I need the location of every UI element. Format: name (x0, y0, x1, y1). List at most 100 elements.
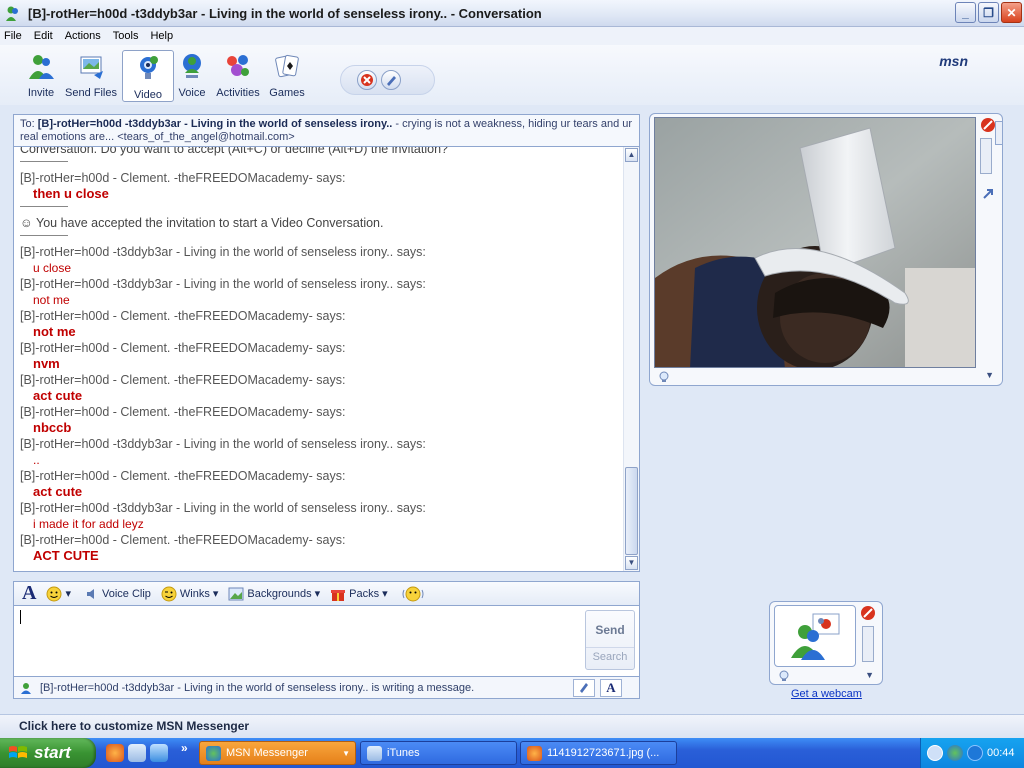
packs-button[interactable]: Packs ▾ (330, 586, 388, 602)
toolbar: Invite Send Files Video Voice Activities (0, 45, 1024, 105)
invite-icon (29, 55, 54, 79)
activities-label: Activities (216, 87, 260, 99)
contact-icon (21, 682, 31, 694)
minimize-button[interactable]: _ (955, 2, 976, 23)
my-display-picture[interactable] (774, 605, 856, 667)
sender-line: [B]-rotHer=h00d -t3ddyb3ar - Living in t… (20, 437, 426, 451)
format-bar: A ▾ Voice Clip Winks ▾ Backgrounds ▾ Pac… (13, 581, 640, 605)
sender-line: [B]-rotHer=h00d - Clement. -theFREEDOMac… (20, 405, 346, 419)
scroll-up-button[interactable]: ▲ (625, 148, 638, 162)
sender-line: [B]-rotHer=h00d -t3ddyb3ar - Living in t… (20, 245, 426, 259)
games-label: Games (269, 87, 305, 99)
conversation-history[interactable]: Conversation. Do you want to accept (Alt… (13, 146, 640, 572)
pen-icon (580, 683, 588, 693)
sender-line: [B]-rotHer=h00d - Clement. -theFREEDOMac… (20, 533, 346, 547)
quick-launch (106, 744, 168, 762)
message-text: u close (33, 261, 72, 275)
popout-icon[interactable] (980, 186, 996, 202)
start-button[interactable]: start (0, 738, 96, 768)
customize-bar[interactable]: Click here to customize MSN Messenger (0, 714, 1024, 738)
scroll-thumb[interactable] (625, 467, 638, 555)
divider (20, 206, 68, 207)
system-message: ☺ You have accepted the invitation to st… (20, 215, 621, 231)
chevron-down-icon: ▾ (314, 588, 321, 600)
restore-button[interactable]: ❐ (978, 2, 999, 23)
get-webcam-link[interactable]: Get a webcam (791, 688, 862, 700)
text-caret (20, 610, 21, 624)
firefox-taskbar-icon (527, 745, 542, 761)
games-icon (275, 54, 299, 78)
menu-file[interactable]: File (4, 30, 22, 42)
message-text: i made it for add leyz (33, 517, 144, 531)
voice-icon (183, 54, 201, 78)
voice-clip-button[interactable]: Voice Clip (85, 587, 151, 601)
message-text: not me (33, 324, 76, 339)
block-webcam-icon[interactable] (860, 605, 876, 621)
handwriting-tab[interactable] (573, 679, 595, 697)
taskbar-msn-messenger[interactable]: MSN Messenger ▼ (199, 741, 356, 765)
message-text: not me (33, 293, 70, 307)
edit-button[interactable] (381, 70, 401, 90)
voice-clip-label: Voice Clip (101, 587, 151, 600)
video-icon (140, 56, 158, 79)
volume-slider[interactable] (980, 138, 992, 174)
winks-button[interactable]: Winks ▾ (161, 586, 218, 602)
backgrounds-button[interactable]: Backgrounds ▾ (228, 587, 320, 601)
games-button[interactable]: Games (261, 49, 313, 99)
msn-logo: msn (939, 53, 968, 69)
activities-icon (227, 55, 249, 76)
search-button[interactable]: Search (586, 647, 634, 663)
webcam-picture (655, 118, 975, 367)
my-webcam-status-icon (779, 670, 789, 681)
message-input[interactable]: Send Search (13, 605, 640, 677)
invite-label: Invite (27, 87, 55, 99)
nudge-icon (402, 586, 424, 601)
itunes-icon[interactable] (128, 744, 146, 762)
block-icon (361, 74, 373, 86)
tray-expand-icon[interactable] (927, 745, 943, 761)
quick-launch-overflow-icon[interactable]: » (181, 741, 188, 755)
menu-edit[interactable]: Edit (34, 30, 53, 42)
contact-email: <tears_of_the_angel@hotmail.com> (117, 131, 295, 143)
my-volume-slider[interactable] (862, 626, 874, 662)
voice-button[interactable]: Voice (166, 49, 218, 99)
typing-status-bar: [B]-rotHer=h00d -t3ddyb3ar - Living in t… (13, 677, 640, 699)
text-tab[interactable]: A (600, 679, 622, 697)
sender-line: [B]-rotHer=h00d -t3ddyb3ar - Living in t… (20, 501, 426, 515)
internet-explorer-icon[interactable] (150, 744, 168, 762)
my-display-menu-chevron-icon[interactable]: ▼ (865, 670, 874, 680)
close-button[interactable]: ✕ (1001, 2, 1022, 23)
nudge-button[interactable] (402, 586, 424, 602)
history-scrollbar[interactable]: ▲ ▼ (623, 147, 639, 571)
to-prefix: To: (20, 118, 35, 130)
background-icon (228, 587, 244, 600)
send-button[interactable]: Send (586, 623, 634, 637)
invite-button[interactable]: Invite (15, 49, 67, 99)
emoticon-button[interactable]: ▾ (46, 586, 71, 602)
sender-line: [B]-rotHer=h00d - Clement. -theFREEDOMac… (20, 341, 346, 355)
divider (20, 235, 68, 236)
block-button[interactable] (357, 70, 377, 90)
video-menu-chevron-icon[interactable]: ▼ (985, 370, 994, 380)
send-files-button[interactable]: Send Files (65, 49, 117, 99)
network-tray-icon[interactable] (967, 745, 983, 761)
task-label: iTunes (387, 747, 420, 759)
chevron-down-icon: ▾ (382, 588, 388, 600)
firefox-icon[interactable] (106, 744, 124, 762)
msn-tray-icon[interactable] (947, 745, 963, 761)
taskbar-image-viewer[interactable]: 1141912723671.jpg (... (520, 741, 677, 765)
task-label: 1141912723671.jpg (... (547, 747, 660, 759)
chevron-down-icon: ▾ (65, 588, 71, 600)
menu-actions[interactable]: Actions (65, 30, 101, 42)
taskbar-itunes[interactable]: iTunes (360, 741, 517, 765)
activities-button[interactable]: Activities (212, 49, 264, 99)
menu-help[interactable]: Help (150, 30, 173, 42)
clock: 00:44 (987, 747, 1015, 759)
font-icon[interactable]: A (22, 582, 36, 605)
menu-tools[interactable]: Tools (113, 30, 139, 42)
sender-line: [B]-rotHer=h00d - Clement. -theFREEDOMac… (20, 373, 346, 387)
block-video-icon[interactable] (980, 117, 996, 133)
scroll-down-button[interactable]: ▼ (625, 556, 638, 570)
panel-collapse-button[interactable] (995, 121, 1002, 145)
typing-status-text: [B]-rotHer=h00d -t3ddyb3ar - Living in t… (40, 681, 475, 694)
